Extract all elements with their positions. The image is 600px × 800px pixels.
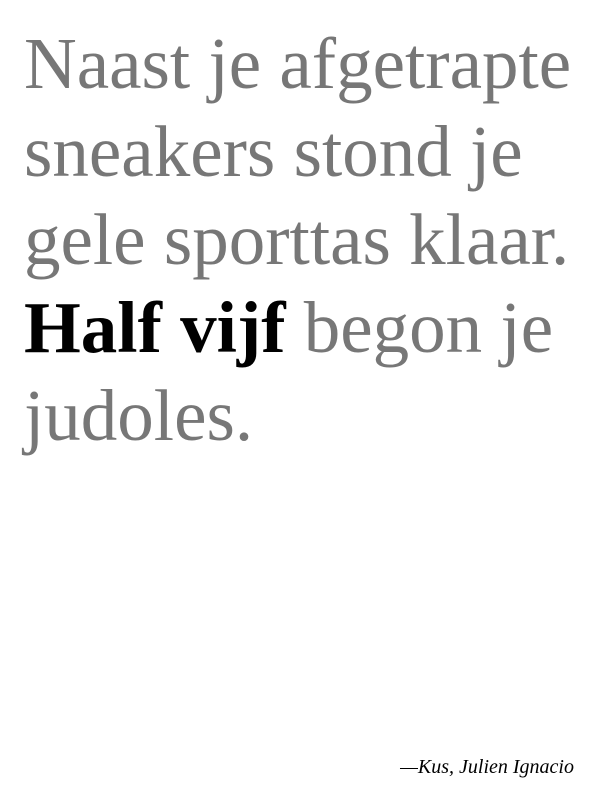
quote-attribution: —Kus, Julien Ignacio bbox=[400, 756, 574, 778]
quote-plain-lead: Naast je afgetrapte sneakers stond je ge… bbox=[24, 23, 572, 280]
quote-text: Naast je afgetrapte sneakers stond je ge… bbox=[24, 20, 584, 460]
quote-emphasis: Half vijf bbox=[24, 287, 286, 368]
